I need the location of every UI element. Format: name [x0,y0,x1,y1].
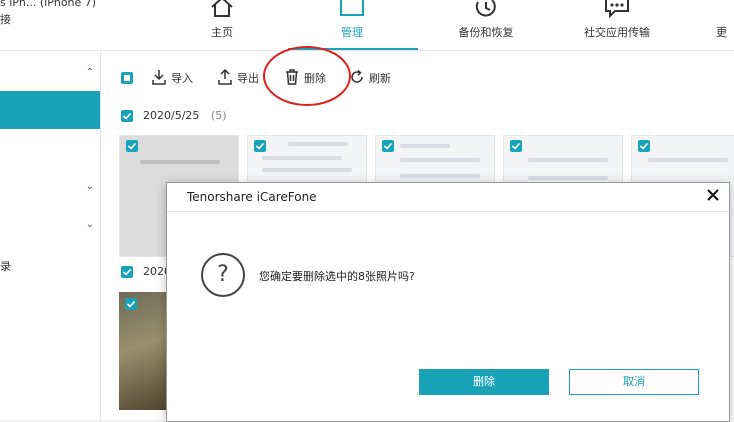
group-date: 2020/5/25 [143,109,200,122]
group-date-row: 2020/5/25 (5) [143,109,227,122]
nav-social-transfer[interactable]: 社交应用传输 [574,0,660,50]
nav-social-transfer-label: 社交应用传输 [584,26,650,39]
export-label: 导出 [237,72,259,85]
cancel-button[interactable]: 取消 [569,369,699,395]
device-status: 接 [0,13,11,26]
sidebar-item-active[interactable] [0,91,100,129]
thumbnail-checkbox[interactable] [510,140,522,152]
sidebar-item-4[interactable]: ⌄ [0,207,100,245]
nav-backup-label: 备份和恢复 [458,26,514,39]
group-checkbox[interactable] [121,110,133,122]
close-button[interactable] [705,187,721,203]
sidebar: ⌃ ⌄ ⌄ 录 [0,51,101,420]
thumbnail-checkbox[interactable] [638,140,650,152]
checkmark-icon [255,142,265,150]
chevron-down-icon: ⌄ [85,219,94,230]
annotation-circle [263,46,351,106]
sidebar-item-2[interactable] [0,131,100,169]
screenshot-content [400,158,480,162]
backup-restore-icon [475,0,496,17]
home-icon [211,0,233,17]
screenshot-content [262,168,352,172]
checkmark-icon [122,268,132,276]
nav-manage[interactable]: 管理 [316,0,388,50]
dialog-divider [167,211,729,212]
checkmark-icon [126,300,136,308]
refresh-label: 刷新 [369,72,391,85]
toolbar: 导入 导出 删除 刷新 [101,51,734,101]
question-icon: ? [201,253,245,297]
screenshot-content [140,160,220,164]
screenshot-content [400,174,480,178]
sidebar-item-5[interactable]: 录 [0,247,100,285]
close-icon [707,189,719,201]
thumbnail-checkbox[interactable] [254,140,266,152]
sidebar-item-0[interactable]: ⌃ [0,55,100,93]
square-icon [124,75,130,81]
dialog-title: Tenorshare iCareFone [187,190,317,204]
import-label: 导入 [171,72,193,85]
screenshot-content [528,176,608,180]
top-nav-bar: s iPh... (iPhone 7) 接 主页 管理 备份和恢复 社交应用传输… [0,0,734,51]
checkmark-icon [383,142,393,150]
screenshot-content [288,142,348,146]
screenshot-content [400,144,450,148]
nav-more[interactable]: 更 [716,0,734,50]
group-count: (5) [210,109,227,122]
confirm-delete-button[interactable]: 删除 [419,369,549,395]
device-name: s iPh... (iPhone 7) [0,0,97,9]
nav-home-label: 主页 [211,26,233,39]
screenshot-content [528,158,608,162]
import-icon [152,70,166,85]
dialog-message: 您确定要删除选中的8张照片吗? [259,270,415,283]
screenshot-content [648,158,728,162]
folder-icon [340,0,364,16]
checkmark-icon [511,142,521,150]
nav-backup[interactable]: 备份和恢复 [448,0,524,50]
nav-home[interactable]: 主页 [186,0,258,50]
sidebar-item-3[interactable]: ⌄ [0,169,100,207]
thumbnail-checkbox[interactable] [382,140,394,152]
refresh-icon [351,69,363,83]
screenshot-content [262,156,342,160]
sidebar-item-label: 录 [0,260,11,273]
export-icon [218,69,232,85]
select-all-checkbox[interactable] [121,72,133,84]
thumbnail-checkbox[interactable] [126,140,138,152]
thumbnail-checkbox[interactable] [125,298,137,310]
checkmark-icon [639,142,649,150]
chevron-down-icon: ⌄ [85,181,94,192]
confirm-delete-dialog: Tenorshare iCareFone ? 您确定要删除选中的8张照片吗? 删… [166,182,730,422]
nav-manage-label: 管理 [341,26,363,39]
device-info: s iPh... (iPhone 7) 接 [0,0,96,28]
nav-more-label: 更 [716,26,727,39]
checkmark-icon [127,142,137,150]
question-mark: ? [217,262,229,287]
checkmark-icon [122,112,132,120]
chevron-up-icon: ⌃ [85,67,94,78]
chat-transfer-icon [605,0,629,18]
group-checkbox[interactable] [121,266,133,278]
